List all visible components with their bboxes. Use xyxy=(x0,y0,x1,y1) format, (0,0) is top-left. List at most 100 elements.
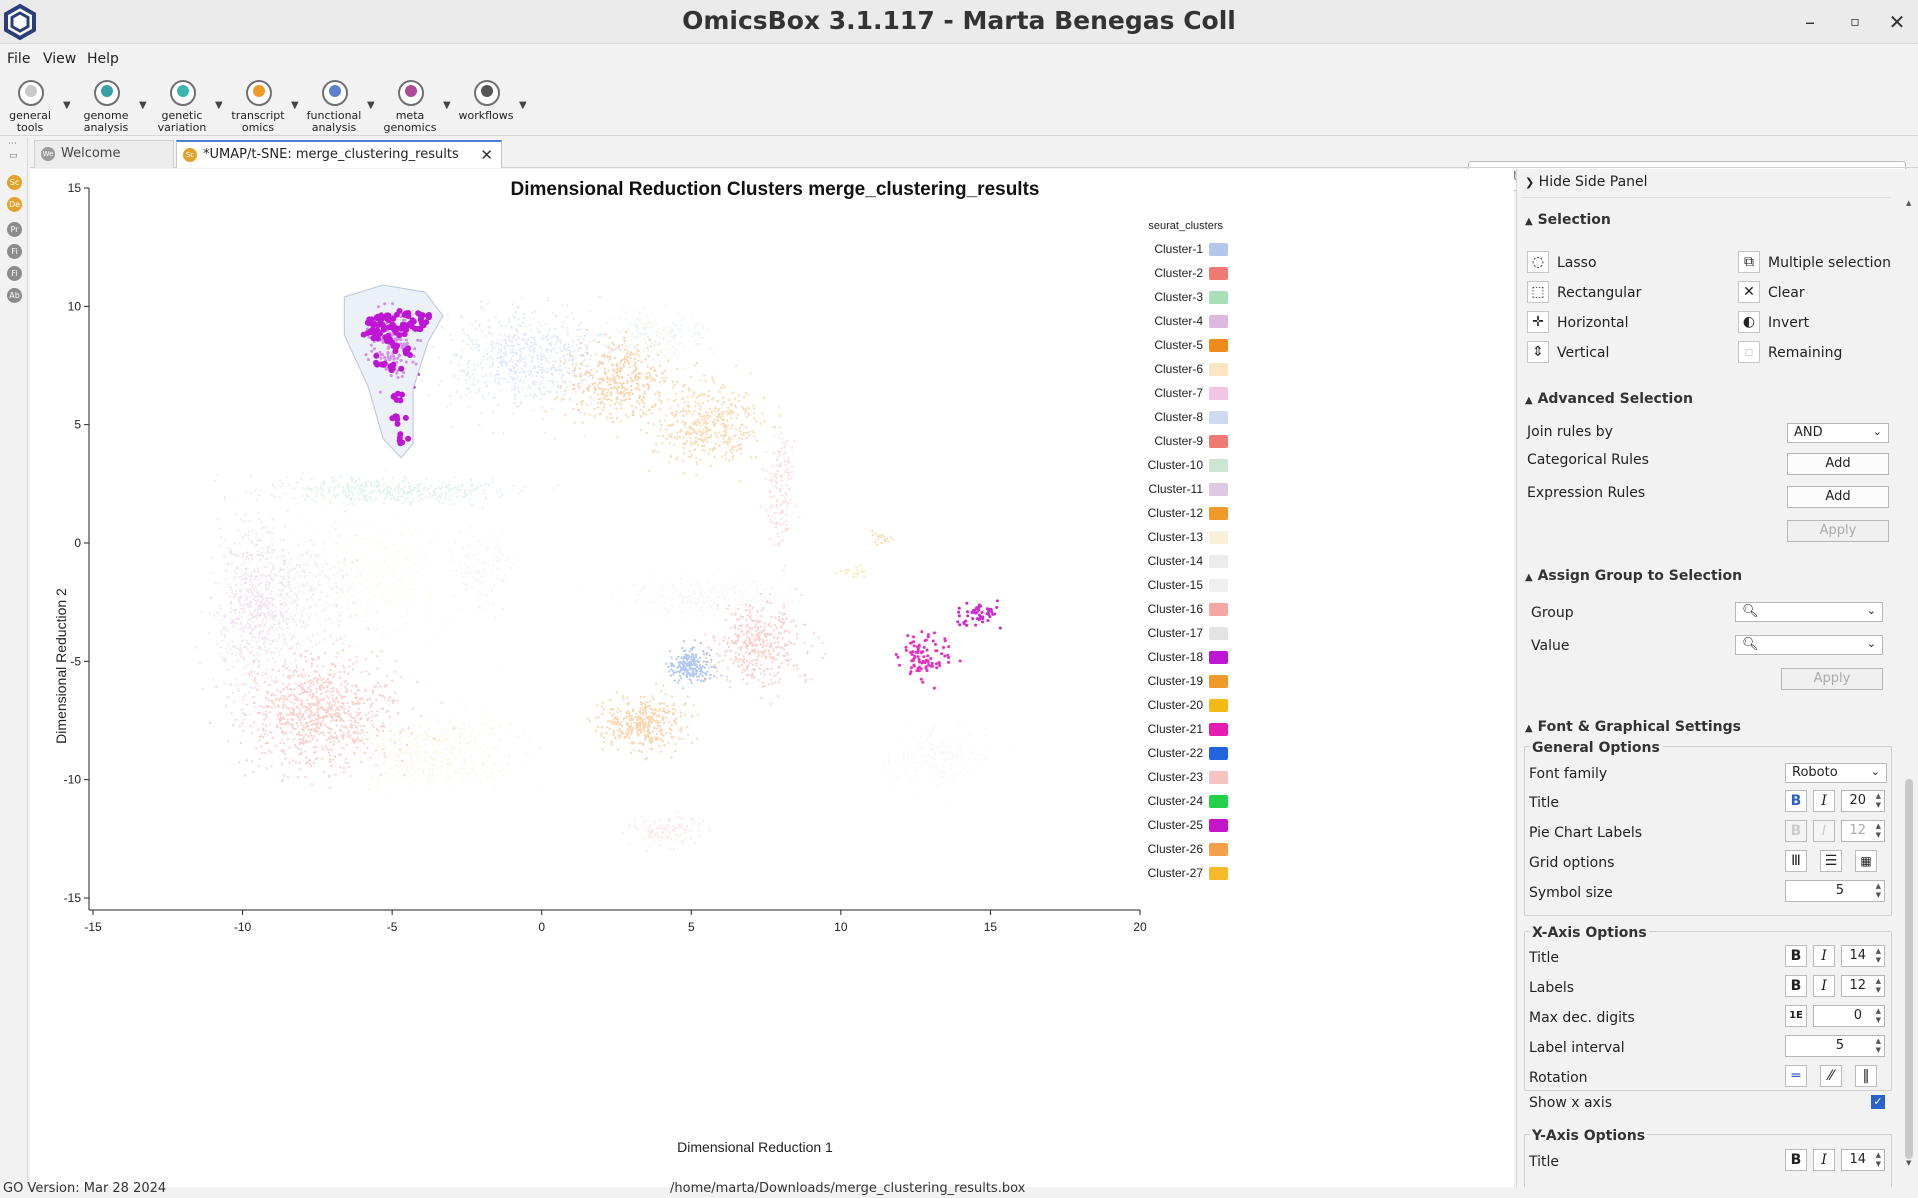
strip-fi-icon[interactable]: Fi xyxy=(7,266,22,281)
grid-horizontal-icon[interactable]: ☰ xyxy=(1820,850,1842,872)
lasso-icon[interactable]: ◌ xyxy=(1527,251,1549,273)
legend-item-cluster-13[interactable]: Cluster-13 xyxy=(1148,530,1228,544)
rotation-horizontal-icon[interactable]: ═ xyxy=(1785,1065,1807,1087)
title-bold-button[interactable]: B xyxy=(1785,790,1807,812)
tool-genetic-variation[interactable]: genetic variation xyxy=(152,76,212,136)
horizontal-label[interactable]: Horizontal xyxy=(1557,315,1628,331)
symbol-size-spinner[interactable]: 5 ▲ ▼ xyxy=(1785,880,1885,902)
legend-item-cluster-5[interactable]: Cluster-5 xyxy=(1154,338,1228,352)
max-dec-digits-spinner[interactable]: 0 ▲ ▼ xyxy=(1813,1005,1885,1027)
legend-item-cluster-15[interactable]: Cluster-15 xyxy=(1148,578,1228,592)
add-categorical-rule-button[interactable]: Add xyxy=(1787,453,1889,475)
selection-header[interactable]: ▲ Selection xyxy=(1525,212,1611,228)
pie-italic-button[interactable]: I xyxy=(1813,820,1835,842)
tool-workflows[interactable]: workflows xyxy=(456,76,516,136)
legend-item-cluster-17[interactable]: Cluster-17 xyxy=(1148,626,1228,640)
x-title-italic-button[interactable]: I xyxy=(1813,945,1835,967)
legend-item-cluster-27[interactable]: Cluster-27 xyxy=(1148,866,1228,880)
assign-group-header[interactable]: ▲ Assign Group to Selection xyxy=(1525,568,1742,584)
strip-restore-icon[interactable]: ▭ xyxy=(9,151,18,161)
y-title-italic-button[interactable]: I xyxy=(1813,1149,1835,1171)
strip-sc-icon[interactable]: Sc xyxy=(7,175,22,190)
vertical-icon[interactable]: ⇕ xyxy=(1527,341,1549,363)
rectangular-label[interactable]: Rectangular xyxy=(1557,285,1641,301)
legend-item-cluster-21[interactable]: Cluster-21 xyxy=(1148,722,1228,736)
maximize-button[interactable]: ▫ xyxy=(1840,8,1870,36)
tab-welcome-message[interactable]: We Welcome Message xyxy=(34,140,174,187)
legend-item-cluster-14[interactable]: Cluster-14 xyxy=(1148,554,1228,568)
add-expression-rule-button[interactable]: Add xyxy=(1787,486,1889,508)
lasso-label[interactable]: Lasso xyxy=(1557,255,1597,271)
invert-icon[interactable]: ◐ xyxy=(1738,311,1760,333)
menu-view[interactable]: View xyxy=(43,51,76,67)
tool-transcript-omics[interactable]: transcript omics xyxy=(228,76,288,136)
invert-label[interactable]: Invert xyxy=(1768,315,1809,331)
x-labels-italic-button[interactable]: I xyxy=(1813,975,1835,997)
legend-item-cluster-8[interactable]: Cluster-8 xyxy=(1154,410,1228,424)
pie-bold-button[interactable]: B xyxy=(1785,820,1807,842)
title-italic-button[interactable]: I xyxy=(1813,790,1835,812)
apply-rules-button[interactable]: Apply xyxy=(1787,520,1889,542)
strip-fi-icon[interactable]: Fi xyxy=(7,244,22,259)
x-labels-size-spinner[interactable]: 12 ▲ ▼ xyxy=(1841,975,1885,997)
show-x-axis-checkbox[interactable]: ✓ xyxy=(1871,1095,1885,1109)
side-panel-scrollbar[interactable]: ▲ ▼ xyxy=(1904,199,1914,1187)
multiple-selection-label[interactable]: Multiple selection xyxy=(1768,255,1891,271)
x-title-bold-button[interactable]: B xyxy=(1785,945,1807,967)
legend-item-cluster-4[interactable]: Cluster-4 xyxy=(1154,314,1228,328)
tab-umap-tsne[interactable]: Sc *UMAP/t-SNE: merge_clustering_results… xyxy=(176,140,502,168)
clear-icon[interactable]: ✕ xyxy=(1738,281,1760,303)
legend-item-cluster-26[interactable]: Cluster-26 xyxy=(1148,842,1228,856)
tool-functional-analysis[interactable]: functional analysis xyxy=(304,76,364,136)
close-window-button[interactable]: ✕ xyxy=(1882,8,1912,36)
rotation-diagonal-icon[interactable]: ⁄⁄ xyxy=(1820,1065,1842,1087)
strip-ab-icon[interactable]: Ab xyxy=(7,288,22,303)
legend-item-cluster-18[interactable]: Cluster-18 xyxy=(1148,650,1228,664)
strip-pr-icon[interactable]: Pr xyxy=(7,222,22,237)
legend-item-cluster-3[interactable]: Cluster-3 xyxy=(1154,290,1228,304)
legend-item-cluster-23[interactable]: Cluster-23 xyxy=(1148,770,1228,784)
x-title-size-spinner[interactable]: 14 ▲ ▼ xyxy=(1841,945,1885,967)
rectangular-icon[interactable]: ⬚ xyxy=(1527,281,1549,303)
font-family-select[interactable]: Roboto ⌄ xyxy=(1785,763,1887,783)
legend-item-cluster-2[interactable]: Cluster-2 xyxy=(1154,266,1228,280)
tool-dropdown-icon[interactable]: ▼ xyxy=(519,100,527,111)
join-rules-select[interactable]: AND ⌄ xyxy=(1787,423,1889,443)
menu-help[interactable]: Help xyxy=(87,51,119,67)
group-select[interactable]: 🔍︎ ⌄ xyxy=(1735,602,1883,622)
exponent-format-icon[interactable]: 1E xyxy=(1785,1005,1807,1027)
legend-item-cluster-19[interactable]: Cluster-19 xyxy=(1148,674,1228,688)
scatter-chart[interactable]: Dimensional Reduction Clusters merge_clu… xyxy=(30,169,1514,1187)
vertical-label[interactable]: Vertical xyxy=(1557,345,1609,361)
legend-item-cluster-6[interactable]: Cluster-6 xyxy=(1154,362,1228,376)
legend-item-cluster-25[interactable]: Cluster-25 xyxy=(1148,818,1228,832)
tool-genome-analysis[interactable]: genome analysis xyxy=(76,76,136,136)
multiple-selection-icon[interactable]: ⧉ xyxy=(1738,251,1760,273)
legend-item-cluster-11[interactable]: Cluster-11 xyxy=(1149,482,1228,496)
title-size-spinner[interactable]: 20 ▲ ▼ xyxy=(1841,790,1885,812)
horizontal-icon[interactable]: ✛ xyxy=(1527,311,1549,333)
tool-general-tools[interactable]: general tools xyxy=(0,76,60,136)
grid-both-icon[interactable]: ▦ xyxy=(1855,850,1877,872)
pie-size-spinner[interactable]: 12 ▲ ▼ xyxy=(1841,820,1885,842)
grid-vertical-icon[interactable]: Ⅲ xyxy=(1785,850,1807,872)
legend-item-cluster-16[interactable]: Cluster-16 xyxy=(1148,602,1228,616)
tool-meta-genomics[interactable]: meta genomics xyxy=(380,76,440,136)
x-labels-bold-button[interactable]: B xyxy=(1785,975,1807,997)
rotation-vertical-icon[interactable]: ‖ xyxy=(1855,1065,1877,1087)
strip-de-icon[interactable]: De xyxy=(7,197,22,212)
y-title-bold-button[interactable]: B xyxy=(1785,1149,1807,1171)
legend-item-cluster-7[interactable]: Cluster-7 xyxy=(1154,386,1228,400)
advanced-selection-header[interactable]: ▲ Advanced Selection xyxy=(1525,391,1693,407)
remaining-icon[interactable]: ▫ xyxy=(1738,341,1760,363)
minimize-button[interactable]: – xyxy=(1795,8,1825,36)
legend-item-cluster-20[interactable]: Cluster-20 xyxy=(1148,698,1228,712)
legend-item-cluster-12[interactable]: Cluster-12 xyxy=(1148,506,1228,520)
menu-file[interactable]: File xyxy=(7,51,30,67)
y-title-size-spinner[interactable]: 14 ▲ ▼ xyxy=(1841,1149,1885,1171)
close-tab-icon[interactable]: ✕ xyxy=(480,142,493,168)
font-settings-header[interactable]: ▲ Font & Graphical Settings xyxy=(1525,719,1741,735)
clear-label[interactable]: Clear xyxy=(1768,285,1805,301)
legend-item-cluster-24[interactable]: Cluster-24 xyxy=(1148,794,1228,808)
remaining-label[interactable]: Remaining xyxy=(1768,345,1842,361)
